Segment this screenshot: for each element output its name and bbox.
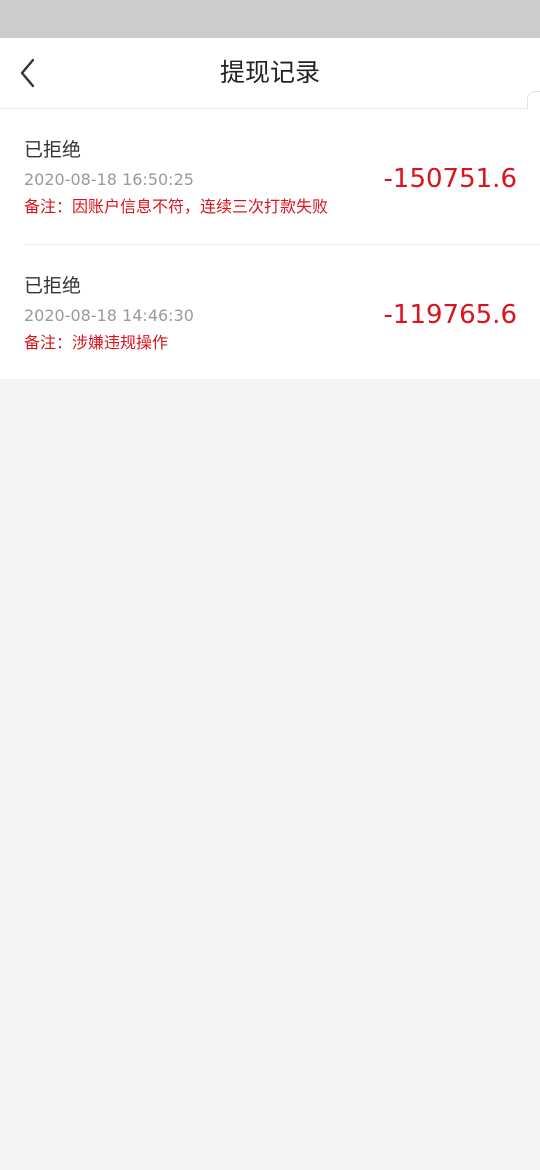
- record-amount: -119765.6: [383, 300, 517, 330]
- page-title: 提现记录: [219, 58, 320, 87]
- record-time: 2020-08-18 14:46:30: [24, 306, 194, 325]
- chevron-left-icon: [20, 58, 35, 88]
- nav-bar: 提现记录: [0, 38, 540, 109]
- status-bar: [0, 0, 540, 38]
- record-status: 已拒绝: [24, 139, 82, 161]
- record-amount: -150751.6: [383, 164, 517, 194]
- list-item[interactable]: 已拒绝 2020-08-18 14:46:30 备注：涉嫌违规操作 -11976…: [24, 244, 540, 379]
- record-time: 2020-08-18 16:50:25: [24, 170, 194, 189]
- back-button[interactable]: [10, 53, 46, 93]
- record-note: 备注：涉嫌违规操作: [24, 333, 169, 352]
- record-status: 已拒绝: [24, 275, 82, 297]
- list-item[interactable]: 已拒绝 2020-08-18 16:50:25 备注：因账户信息不符，连续三次打…: [24, 109, 540, 244]
- withdrawal-record-list: 已拒绝 2020-08-18 16:50:25 备注：因账户信息不符，连续三次打…: [0, 109, 540, 379]
- record-note: 备注：因账户信息不符，连续三次打款失败: [24, 197, 329, 216]
